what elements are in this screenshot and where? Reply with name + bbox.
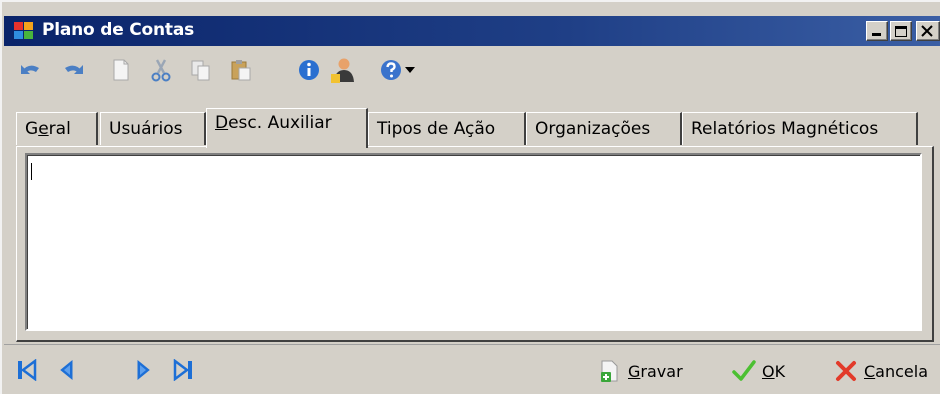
new-document-button[interactable] [106, 55, 136, 85]
save-button[interactable]: Gravar [598, 358, 683, 384]
text-caret [31, 163, 32, 180]
copy-button[interactable] [186, 55, 216, 85]
tab-relatorios-magneticos-label: Relatórios Magnéticos [691, 119, 879, 139]
first-record-button[interactable] [16, 358, 38, 382]
save-button-label: Gravar [628, 361, 683, 381]
tab-organizacoes[interactable]: Organizações [526, 112, 682, 145]
minimize-button[interactable] [866, 21, 888, 41]
help-dropdown[interactable] [402, 55, 418, 85]
help-icon [381, 60, 401, 80]
tab-desc-auxiliar[interactable]: Desc. Auxiliar [206, 108, 368, 148]
last-record-icon [173, 358, 192, 382]
undo-button[interactable] [16, 55, 46, 85]
tab-tipos-de-acao[interactable]: Tipos de Ação [368, 112, 526, 145]
ok-button-label: OK [762, 361, 786, 381]
info-icon [299, 60, 319, 80]
first-record-icon [18, 358, 37, 382]
maximize-icon [895, 26, 907, 37]
toolbar [4, 48, 940, 92]
next-record-icon [137, 359, 150, 381]
paste-icon [231, 60, 251, 81]
plano-de-contas-window: Plano de Contas Geral Usuários Desc. Aux… [0, 0, 940, 394]
copy-icon [191, 60, 210, 81]
cut-button[interactable] [146, 55, 176, 85]
user-button[interactable] [328, 55, 358, 85]
info-button[interactable] [294, 55, 324, 85]
dropdown-arrow-icon [405, 67, 415, 73]
maximize-button[interactable] [890, 21, 912, 41]
redo-icon [65, 65, 83, 74]
tab-organizacoes-label: Organizações [535, 119, 651, 139]
ok-button[interactable]: OK [732, 358, 785, 384]
new-document-icon [113, 59, 129, 81]
tab-relatorios-magneticos[interactable]: Relatórios Magnéticos [682, 112, 918, 145]
last-record-button[interactable] [172, 358, 194, 382]
app-icon [14, 22, 33, 39]
next-record-button[interactable] [132, 359, 154, 381]
close-icon [921, 25, 933, 37]
cut-icon [151, 59, 171, 82]
tab-panel [16, 146, 934, 342]
tab-usuarios[interactable]: Usuários [100, 112, 206, 145]
save-document-icon [601, 360, 618, 382]
cancel-button-label: Cancela [864, 361, 929, 381]
title-bar[interactable]: Plano de Contas [4, 16, 940, 46]
user-icon [331, 58, 354, 83]
tab-tipos-de-acao-label: Tipos de Ação [377, 119, 496, 139]
tab-desc-auxiliar-label: Desc. Auxiliar [215, 113, 332, 133]
bottom-bar: Gravar OK Cancela [4, 344, 940, 394]
cancel-button[interactable]: Cancela [834, 358, 928, 384]
minimize-icon [872, 33, 881, 36]
tab-geral[interactable]: Geral [16, 112, 98, 145]
close-button[interactable] [916, 21, 940, 41]
redo-button[interactable] [58, 55, 88, 85]
window-title: Plano de Contas [42, 20, 195, 40]
tab-usuarios-label: Usuários [109, 119, 183, 139]
previous-record-icon [60, 359, 73, 381]
desc-auxiliar-memo[interactable] [25, 153, 922, 331]
red-x-icon [836, 361, 856, 381]
checkmark-icon [732, 360, 756, 381]
previous-record-button[interactable] [56, 359, 78, 381]
tab-geral-label: Geral [25, 119, 71, 139]
paste-button[interactable] [226, 55, 256, 85]
undo-icon [21, 65, 39, 74]
